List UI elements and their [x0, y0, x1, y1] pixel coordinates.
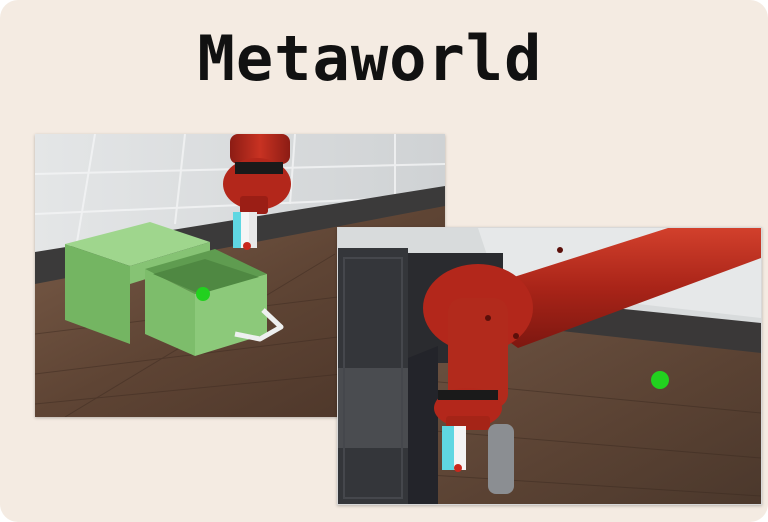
page-title: Metaworld: [197, 22, 543, 95]
figure-card: Metaworld: [0, 0, 768, 522]
door-scene-image: [337, 227, 762, 505]
door-scene-svg: [338, 228, 761, 504]
target-ball: [651, 371, 669, 389]
target-ball: [196, 287, 210, 301]
